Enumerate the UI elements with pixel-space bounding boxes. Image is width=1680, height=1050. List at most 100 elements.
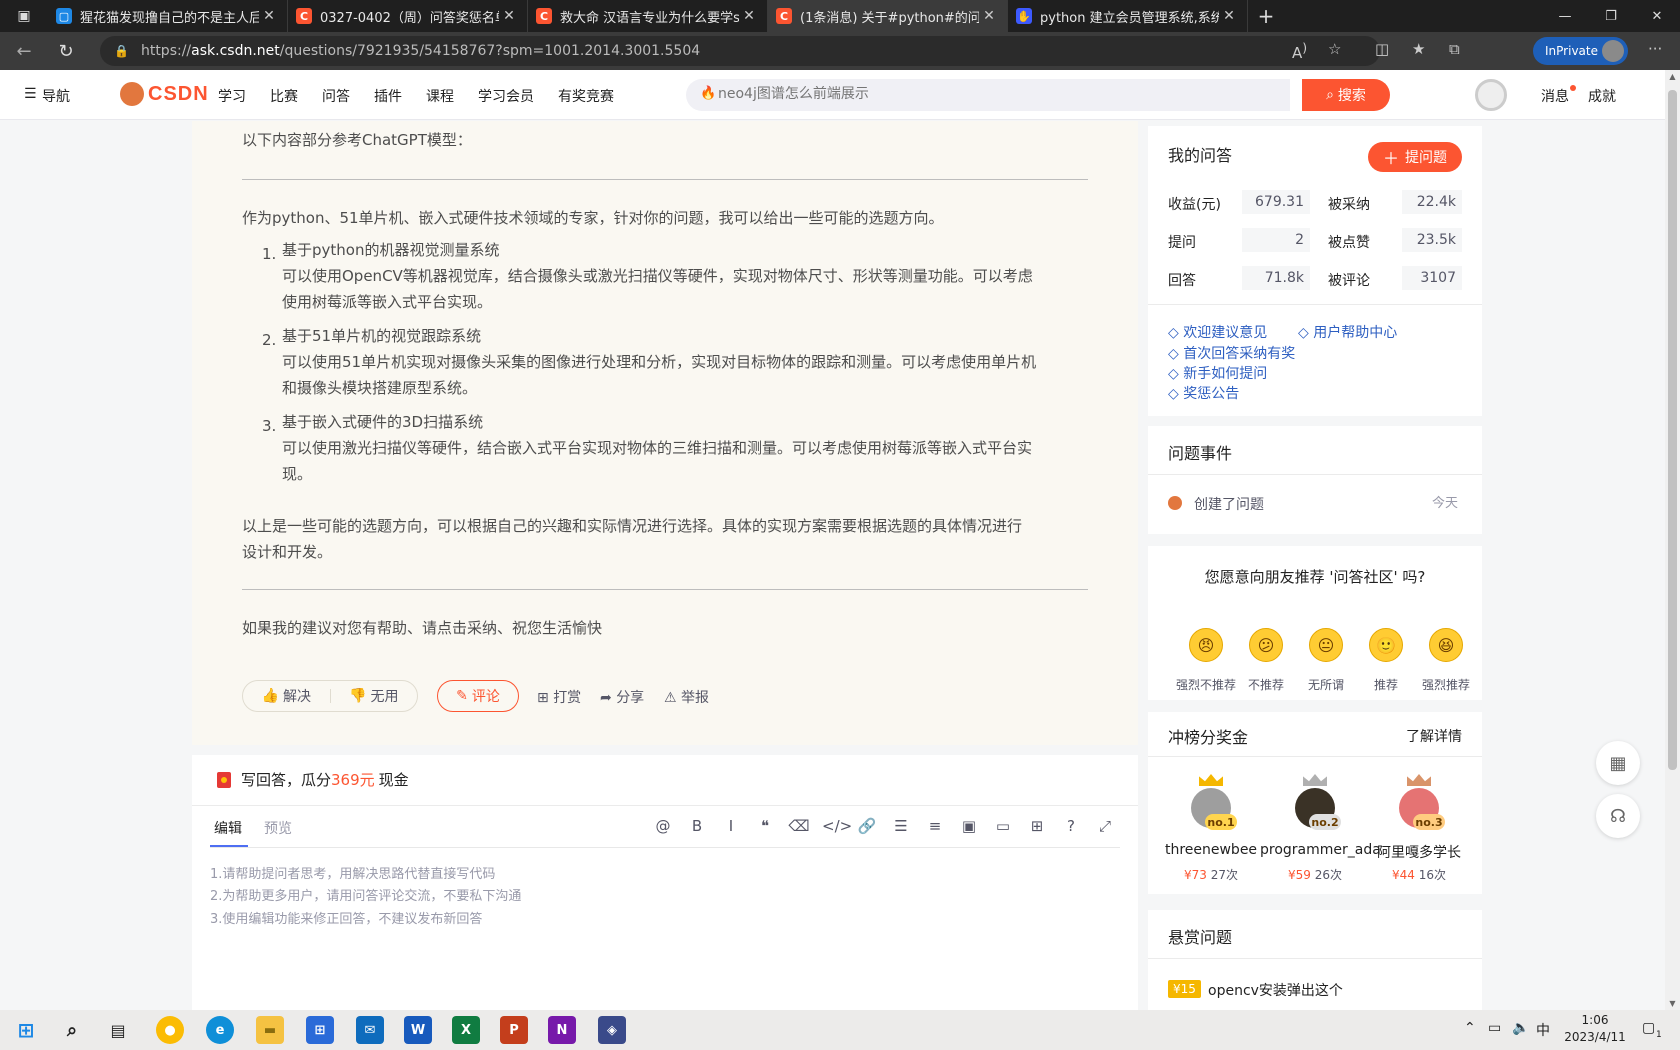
store-icon[interactable]: ⊞ bbox=[306, 1016, 334, 1044]
volume-icon[interactable]: 🔈 bbox=[1512, 1020, 1529, 1036]
link-announcement[interactable]: ◇ 奖惩公告 bbox=[1168, 383, 1239, 403]
clear-format-icon[interactable]: ⌫ bbox=[788, 817, 810, 835]
nav-label[interactable]: 导航 bbox=[42, 86, 70, 106]
app-icon[interactable]: ◈ bbox=[598, 1016, 626, 1044]
rank-name[interactable]: threenewbee bbox=[1156, 842, 1266, 858]
windows-start-icon[interactable]: ⊞ bbox=[12, 1016, 40, 1044]
powerpoint-icon[interactable]: P bbox=[500, 1016, 528, 1044]
mail-icon[interactable]: ✉ bbox=[356, 1016, 384, 1044]
nav-menu-icon[interactable]: ☰ bbox=[24, 86, 37, 102]
notification-icon[interactable]: ▢ bbox=[1642, 1020, 1655, 1036]
add-favorite-icon[interactable]: ☆ bbox=[1328, 40, 1341, 58]
search-input[interactable] bbox=[718, 86, 1218, 102]
link-icon[interactable]: 🔗 bbox=[856, 817, 878, 835]
close-icon[interactable]: ✕ bbox=[259, 8, 279, 24]
numbered-list-icon[interactable]: ≡ bbox=[924, 817, 946, 835]
csdn-logo[interactable]: CSDN bbox=[120, 82, 209, 106]
close-icon[interactable]: ✕ bbox=[739, 8, 759, 24]
file-explorer-icon[interactable]: ▬ bbox=[256, 1016, 284, 1044]
tray-chevron-icon[interactable]: ⌃ bbox=[1464, 1020, 1476, 1036]
link-first-answer-reward[interactable]: ◇ 首次回答采纳有奖 bbox=[1168, 343, 1295, 363]
editor-hint[interactable]: 1.请帮助提问者思考，用解决思路代替直接写代码 bbox=[210, 863, 495, 882]
image-icon[interactable]: ▣ bbox=[958, 817, 980, 835]
edge-icon[interactable]: e bbox=[206, 1016, 234, 1044]
fullscreen-icon[interactable]: ⤢ bbox=[1094, 817, 1116, 835]
rating-face-icon[interactable]: 😐 bbox=[1309, 628, 1343, 662]
help-icon[interactable]: ? bbox=[1060, 817, 1082, 835]
qr-code-button[interactable]: ▦ bbox=[1596, 741, 1640, 785]
browser-tab-1[interactable]: ▢ 猩花猫发现撸自己的不是主人后 ✕ bbox=[48, 0, 288, 32]
close-window-button[interactable]: ✕ bbox=[1634, 0, 1680, 32]
task-view-icon[interactable]: ▤ bbox=[104, 1016, 132, 1044]
editor-hint[interactable]: 2.为帮助更多用户，请用问答评论交流，不要私下沟通 bbox=[210, 885, 521, 904]
tab-actions-icon[interactable]: ▣ bbox=[0, 0, 48, 32]
at-icon[interactable]: @ bbox=[652, 817, 674, 835]
new-tab-button[interactable]: + bbox=[1248, 0, 1284, 32]
report-button[interactable]: ⚠ 举报 bbox=[664, 687, 709, 707]
favorites-icon[interactable]: ★ bbox=[1412, 40, 1425, 58]
scrollbar-thumb[interactable] bbox=[1668, 90, 1677, 770]
split-screen-icon[interactable]: ◫ bbox=[1375, 40, 1389, 58]
menu-contest[interactable]: 比赛 bbox=[270, 86, 298, 106]
rank-name[interactable]: programmer_ada bbox=[1260, 842, 1381, 858]
back-button[interactable]: ← bbox=[6, 36, 42, 66]
more-options-icon[interactable]: ··· bbox=[1648, 40, 1662, 58]
bold-icon[interactable]: B bbox=[686, 817, 708, 835]
search-button[interactable]: ⌕ 搜索 bbox=[1302, 79, 1390, 111]
comment-button[interactable]: ✎ 评论 bbox=[437, 680, 519, 712]
menu-plugin[interactable]: 插件 bbox=[374, 86, 402, 106]
link-help-center[interactable]: ◇ 用户帮助中心 bbox=[1298, 322, 1397, 342]
collections-icon[interactable]: ⧉ bbox=[1449, 40, 1460, 58]
browser-tab-5[interactable]: ✋ python 建立会员管理系统,系统具 ✕ bbox=[1008, 0, 1248, 32]
restore-button[interactable]: ❐ bbox=[1588, 0, 1634, 32]
url-field[interactable]: 🔒 https://ask.csdn.net/questions/7921935… bbox=[100, 36, 1380, 66]
onenote-icon[interactable]: N bbox=[548, 1016, 576, 1044]
link-how-to-ask[interactable]: ◇ 新手如何提问 bbox=[1168, 363, 1267, 383]
code-icon[interactable]: </> bbox=[822, 817, 852, 835]
ask-question-button[interactable]: ＋ 提问题 bbox=[1368, 142, 1462, 172]
refresh-button[interactable]: ↻ bbox=[48, 36, 84, 66]
menu-learn[interactable]: 学习 bbox=[218, 86, 246, 106]
video-icon[interactable]: ▭ bbox=[992, 817, 1014, 835]
user-avatar[interactable] bbox=[1475, 79, 1507, 111]
customer-service-button[interactable]: ☊ bbox=[1596, 794, 1640, 838]
menu-prize-contest[interactable]: 有奖竞赛 bbox=[558, 86, 614, 106]
bounty-question-link[interactable]: opencv安装弹出这个 bbox=[1208, 980, 1343, 1000]
link-suggestions[interactable]: ◇ 欢迎建议意见 bbox=[1168, 322, 1267, 342]
editor-hint[interactable]: 3.使用编辑功能来修正回答，不建议发布新回答 bbox=[210, 908, 482, 927]
ime-indicator[interactable]: 中 bbox=[1536, 1020, 1550, 1040]
achievements-link[interactable]: 成就 bbox=[1588, 86, 1616, 106]
menu-vip[interactable]: 学习会员 bbox=[478, 86, 534, 106]
read-aloud-icon[interactable]: A) bbox=[1292, 40, 1307, 62]
close-icon[interactable]: ✕ bbox=[499, 8, 519, 24]
page-scrollbar[interactable]: ▲ ▼ bbox=[1665, 70, 1680, 1010]
search-icon[interactable]: ⌕ bbox=[58, 1016, 86, 1044]
browser-tab-2[interactable]: C 0327-0402（周）问答奖惩名单公 ✕ bbox=[288, 0, 528, 32]
scroll-up-icon[interactable]: ▲ bbox=[1665, 72, 1680, 81]
browser-tab-4-active[interactable]: C (1条消息) 关于#python#的问题, ✕ bbox=[768, 0, 1008, 32]
italic-icon[interactable]: I bbox=[720, 817, 742, 835]
excel-icon[interactable]: X bbox=[452, 1016, 480, 1044]
tab-preview[interactable]: 预览 bbox=[264, 818, 292, 838]
leaderboard-more-link[interactable]: 了解详情 bbox=[1406, 726, 1462, 746]
chrome-icon[interactable]: ● bbox=[156, 1016, 184, 1044]
network-icon[interactable]: ▭ bbox=[1488, 1020, 1501, 1036]
useless-button[interactable]: 👎 无用 bbox=[331, 681, 418, 711]
menu-course[interactable]: 课程 bbox=[426, 86, 454, 106]
minimize-button[interactable]: — bbox=[1542, 0, 1588, 32]
share-button[interactable]: ➦ 分享 bbox=[600, 687, 644, 707]
menu-qa[interactable]: 问答 bbox=[322, 86, 350, 106]
tip-button[interactable]: ⊞ 打赏 bbox=[537, 687, 581, 707]
scroll-down-icon[interactable]: ▼ bbox=[1665, 999, 1680, 1008]
close-icon[interactable]: ✕ bbox=[979, 8, 999, 24]
bullet-list-icon[interactable]: ☰ bbox=[890, 817, 912, 835]
close-icon[interactable]: ✕ bbox=[1219, 8, 1239, 24]
rank-name[interactable]: 阿里嘎多学长 bbox=[1364, 842, 1474, 862]
tab-edit[interactable]: 编辑 bbox=[214, 818, 242, 838]
rating-face-icon[interactable]: 😆 bbox=[1429, 628, 1463, 662]
rating-face-icon[interactable]: 😠 bbox=[1189, 628, 1223, 662]
word-icon[interactable]: W bbox=[404, 1016, 432, 1044]
solve-button[interactable]: 👍 解决 bbox=[243, 681, 330, 711]
quote-icon[interactable]: ❝ bbox=[754, 817, 776, 835]
rating-face-icon[interactable]: 🙂 bbox=[1369, 628, 1403, 662]
